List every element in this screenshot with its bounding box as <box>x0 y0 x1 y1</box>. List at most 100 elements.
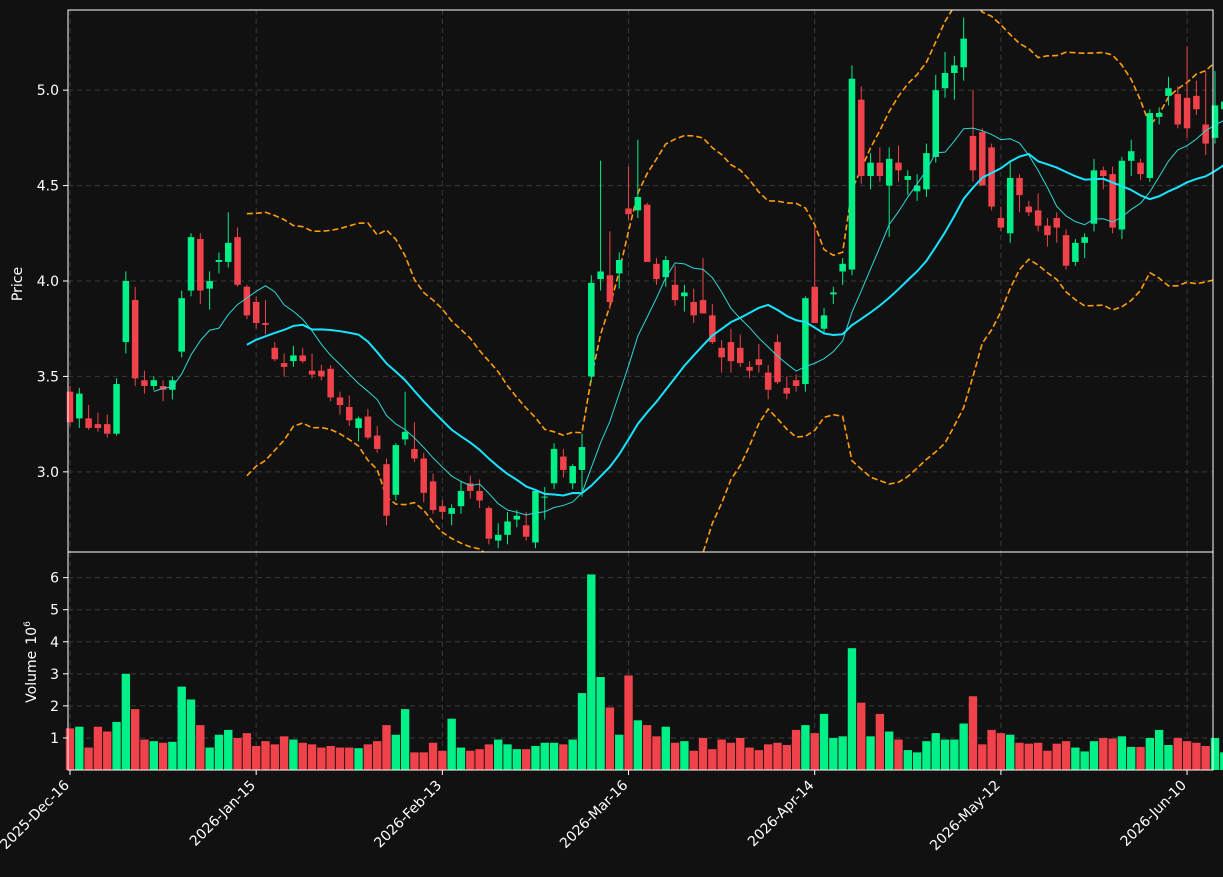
volume-bar <box>345 747 354 770</box>
volume-bar <box>1015 742 1024 770</box>
candle-body <box>76 393 83 419</box>
candle-body <box>1155 113 1163 117</box>
candle-body <box>820 315 828 329</box>
candlestick-volume-chart: Price Volume106 3.0 3.5 4.0 4.5 5.0 1 2 3 4 5 6 202… <box>0 0 1223 873</box>
candle-body <box>392 445 400 495</box>
candle-body <box>131 300 139 379</box>
candle-body <box>923 153 930 190</box>
candle-body <box>429 481 437 511</box>
volume-axis-label-exp-power: 6 <box>23 621 33 627</box>
candle-body <box>346 406 353 421</box>
candle-body <box>485 508 493 539</box>
volume-bar <box>1145 737 1155 770</box>
volume-bar <box>1061 741 1071 770</box>
volume-bar <box>652 736 661 770</box>
candle-body <box>532 490 539 543</box>
volume-bar <box>1024 743 1034 770</box>
price-tick-label: 4.5 <box>37 179 59 195</box>
candle-body <box>420 458 427 493</box>
candle-body <box>513 515 521 520</box>
volume-bar <box>214 734 224 770</box>
volume-bar <box>736 737 745 770</box>
candle-body <box>643 204 651 262</box>
volume-bar <box>65 728 75 770</box>
volume-bar <box>363 744 373 770</box>
candle-body <box>802 298 809 385</box>
price-axis-label: Price <box>10 267 26 301</box>
volume-bar <box>224 729 233 770</box>
volume-bar <box>1210 737 1220 770</box>
candle-body <box>262 322 269 325</box>
volume-bar <box>419 752 428 770</box>
volume-bar <box>1127 746 1136 770</box>
volume-bar <box>1043 750 1052 770</box>
volume-bar <box>307 744 317 770</box>
candle-body <box>1100 170 1107 177</box>
candle-body <box>94 424 102 428</box>
volume-bar <box>317 747 326 770</box>
candle-body <box>308 370 316 375</box>
volume-bar <box>1154 729 1164 770</box>
candle-body <box>327 368 334 398</box>
volume-bar <box>456 747 466 770</box>
volume-tick-label: 3 <box>50 667 59 683</box>
volume-bar <box>130 709 140 770</box>
candle-body <box>932 90 939 157</box>
volume-bar <box>782 744 791 770</box>
candle-body <box>1062 235 1070 266</box>
volume-bar <box>233 737 242 770</box>
volume-bar <box>373 741 382 770</box>
chart-canvas: Price Volume106 3.03.54.04.55.0123456202… <box>0 0 1223 873</box>
volume-bar <box>717 739 726 770</box>
candle-body <box>755 359 763 365</box>
volume-bar <box>177 686 186 770</box>
candle-body <box>830 292 837 295</box>
candle-body <box>457 490 465 507</box>
volume-bar <box>1182 741 1192 770</box>
candle-body <box>494 534 502 541</box>
volume-bar <box>1136 746 1145 770</box>
volume-bar <box>1006 734 1015 770</box>
candle-body <box>597 271 604 280</box>
candle-body <box>197 239 204 291</box>
volume-bar <box>875 713 885 770</box>
volume-bar <box>838 736 847 770</box>
candle-body <box>774 342 781 383</box>
candle-body <box>1034 210 1042 226</box>
volume-axis-label-text: Volume <box>24 651 40 703</box>
price-tick-label: 5.0 <box>37 83 59 99</box>
volume-bar <box>605 707 615 770</box>
volume-bar <box>615 734 624 770</box>
candle-body <box>215 260 223 262</box>
candle-body <box>736 347 744 364</box>
candle-body <box>1072 242 1079 262</box>
volume-bar <box>1089 741 1099 770</box>
candle-body <box>885 158 893 186</box>
volume-bar <box>549 742 559 770</box>
volume-bar <box>968 696 978 770</box>
candle-body <box>1146 113 1154 178</box>
candle-body <box>1137 162 1144 175</box>
candle-body <box>299 355 306 362</box>
candle-body <box>224 242 232 262</box>
volume-bar <box>400 709 410 770</box>
volume-bar <box>912 752 922 770</box>
volume-bar <box>531 745 540 770</box>
price-tick-label: 3.5 <box>37 369 59 385</box>
volume-bar <box>559 744 568 770</box>
volume-bar <box>447 718 456 770</box>
volume-bar <box>196 725 205 770</box>
volume-bar <box>410 752 419 770</box>
candle-body <box>401 431 409 440</box>
candle-body <box>904 176 912 180</box>
volume-bar <box>335 747 345 770</box>
volume-bar <box>391 734 401 770</box>
volume-bar <box>903 750 912 770</box>
candle-body <box>1174 93 1182 125</box>
volume-bar <box>577 693 587 770</box>
volume-bar <box>428 742 438 770</box>
volume-bar <box>270 744 279 770</box>
candle-body <box>364 416 372 438</box>
candle-body <box>727 342 735 362</box>
volume-bar <box>1099 737 1108 770</box>
